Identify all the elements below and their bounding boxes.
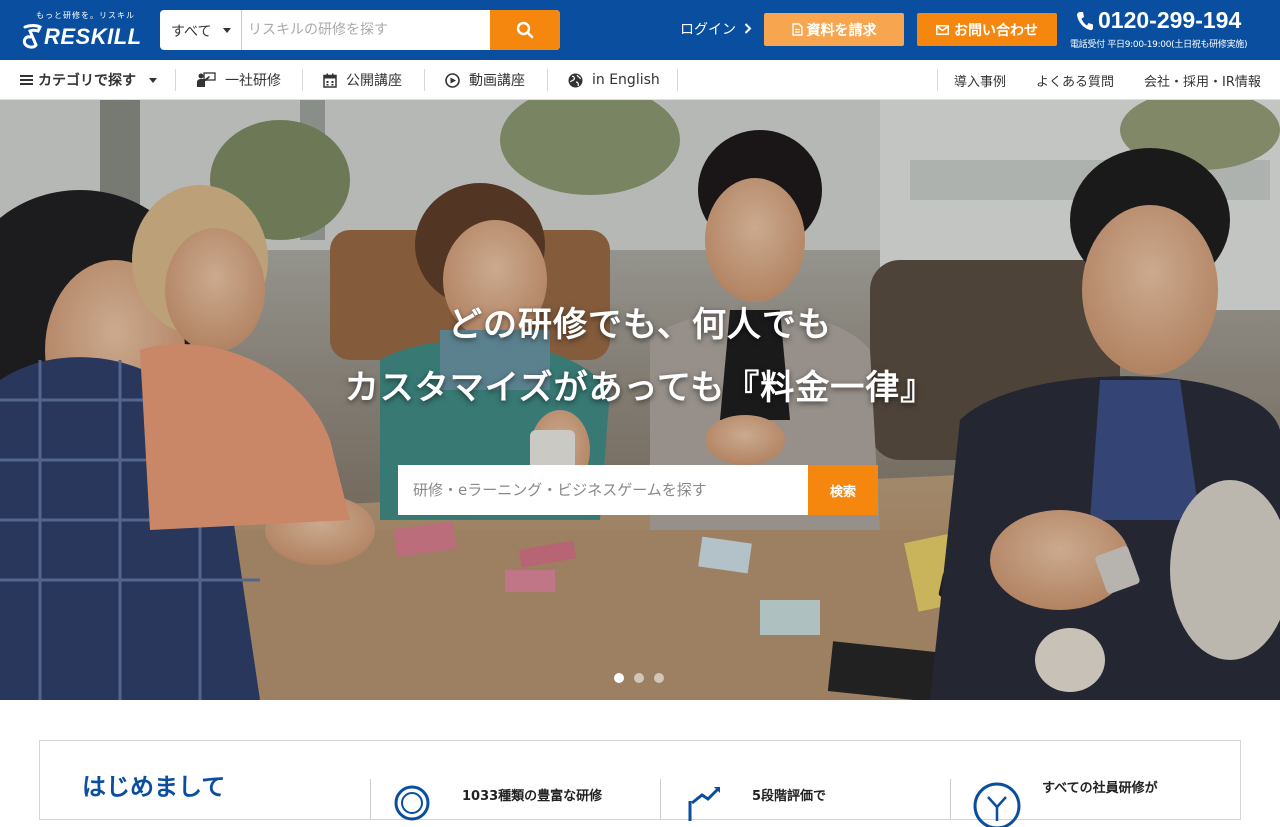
contact-button[interactable]: お問い合わせ: [917, 13, 1057, 46]
nav-video-courses[interactable]: 動画講座: [445, 60, 525, 100]
feature-divider: [950, 779, 951, 819]
login-link[interactable]: ログイン: [680, 19, 752, 39]
phone-icon: [1077, 11, 1093, 30]
feature-courses: 1033種類の豊富な研修: [372, 779, 662, 821]
carousel-dots: [614, 673, 674, 685]
carousel-dot-1[interactable]: [614, 673, 624, 683]
presentation-icon: [197, 72, 216, 87]
request-docs-button[interactable]: 資料を請求: [764, 13, 904, 46]
feature-pricing-text: すべての社員研修が: [1042, 781, 1158, 796]
reskill-logo[interactable]: もっと研修を。リスキル RESKILL: [22, 8, 142, 52]
header-search-button[interactable]: [490, 10, 560, 50]
nav-case-studies[interactable]: 導入事例: [954, 60, 1006, 100]
search-icon: [394, 785, 430, 821]
search-category-value: すべて: [171, 24, 212, 40]
play-circle-icon: [445, 72, 460, 88]
nav-english[interactable]: in English: [568, 60, 660, 100]
nav-divider: [937, 69, 938, 91]
nav-inhouse-training[interactable]: 一社研修: [196, 60, 281, 100]
document-icon: [791, 23, 803, 36]
phone-contact[interactable]: 0120-299-194 電話受付 平日9:00-19:00(土日祝も研修実施): [1070, 7, 1270, 51]
intro-title: はじめまして: [82, 773, 226, 801]
yen-icon: [973, 782, 1021, 827]
nav-divider: [677, 69, 678, 91]
logo-text: RESKILL: [44, 24, 142, 49]
hero-headline-line2: カスタマイズがあっても『料金一律』: [344, 368, 936, 408]
hero-headline-line1: どの研修でも、何人でも: [448, 305, 832, 345]
nav-category-label: カテゴリで探す: [38, 73, 136, 89]
hero-banner: どの研修でも、何人でも カスタマイズがあっても『料金一律』 検索: [0, 100, 1280, 700]
globe-icon: [568, 73, 583, 87]
carousel-dot-2[interactable]: [634, 673, 644, 683]
logo-mark-icon: [22, 24, 42, 49]
nav-company-info[interactable]: 会社・採用・IR情報: [1144, 60, 1261, 100]
top-header: もっと研修を。リスキル RESKILL すべて ログイン 資料を: [0, 0, 1280, 60]
nav-category-menu[interactable]: カテゴリで探す: [20, 60, 157, 100]
feature-divider: [370, 779, 371, 819]
chevron-down-icon: [223, 28, 231, 33]
nav-public-courses[interactable]: 公開講座: [323, 60, 402, 100]
login-label: ログイン: [680, 22, 736, 38]
nav-divider: [424, 69, 425, 91]
caret-down-icon: [149, 77, 157, 83]
rating-chart-icon: [688, 787, 720, 821]
nav-english-label: in English: [592, 72, 660, 88]
feature-rating-text: 5段階評価で: [752, 789, 827, 804]
hero-search: 検索: [398, 465, 878, 515]
menu-icon: [20, 75, 33, 85]
feature-courses-text: 1033種類の豊富な研修: [462, 789, 603, 804]
envelope-icon: [936, 24, 949, 35]
nav-divider: [547, 69, 548, 91]
nav-divider: [175, 69, 176, 91]
feature-rating: 5段階評価で: [662, 779, 950, 821]
phone-number: 0120-299-194: [1098, 7, 1242, 33]
nav-inhouse-label: 一社研修: [225, 73, 281, 89]
feature-divider: [660, 779, 661, 819]
carousel-dot-3[interactable]: [654, 673, 664, 683]
header-search: すべて: [160, 10, 560, 50]
hero-search-button-label: 検索: [829, 484, 856, 500]
nav-company-label: 会社・採用・IR情報: [1144, 74, 1261, 90]
nav-faq[interactable]: よくある質問: [1036, 60, 1114, 100]
feature-pricing: すべての社員研修が: [952, 771, 1240, 827]
nav-video-label: 動画講座: [469, 73, 525, 89]
request-docs-label: 資料を請求: [806, 22, 877, 39]
intro-section: はじめまして 1033種類の豊富な研修 5段階評価で すべての社員研修が: [39, 740, 1241, 827]
chevron-right-icon: [745, 23, 752, 34]
main-nav: カテゴリで探す 一社研修 公開講座 動画講座 in English 導入事例 よ…: [0, 60, 1280, 100]
calendar-icon: [323, 73, 337, 88]
search-category-select[interactable]: すべて: [160, 10, 242, 50]
contact-label: お問い合わせ: [954, 22, 1038, 39]
nav-public-label: 公開講座: [346, 73, 402, 89]
phone-hours: 電話受付 平日9:00-19:00(土日祝も研修実施): [1070, 40, 1248, 50]
hero-search-button[interactable]: 検索: [808, 465, 878, 515]
header-search-input[interactable]: [242, 10, 490, 50]
logo-tagline: もっと研修を。リスキル: [36, 11, 135, 20]
nav-divider: [302, 69, 303, 91]
hero-search-input[interactable]: [398, 465, 808, 515]
search-icon: [516, 21, 534, 39]
nav-faq-label: よくある質問: [1036, 74, 1115, 90]
nav-case-studies-label: 導入事例: [954, 74, 1007, 90]
